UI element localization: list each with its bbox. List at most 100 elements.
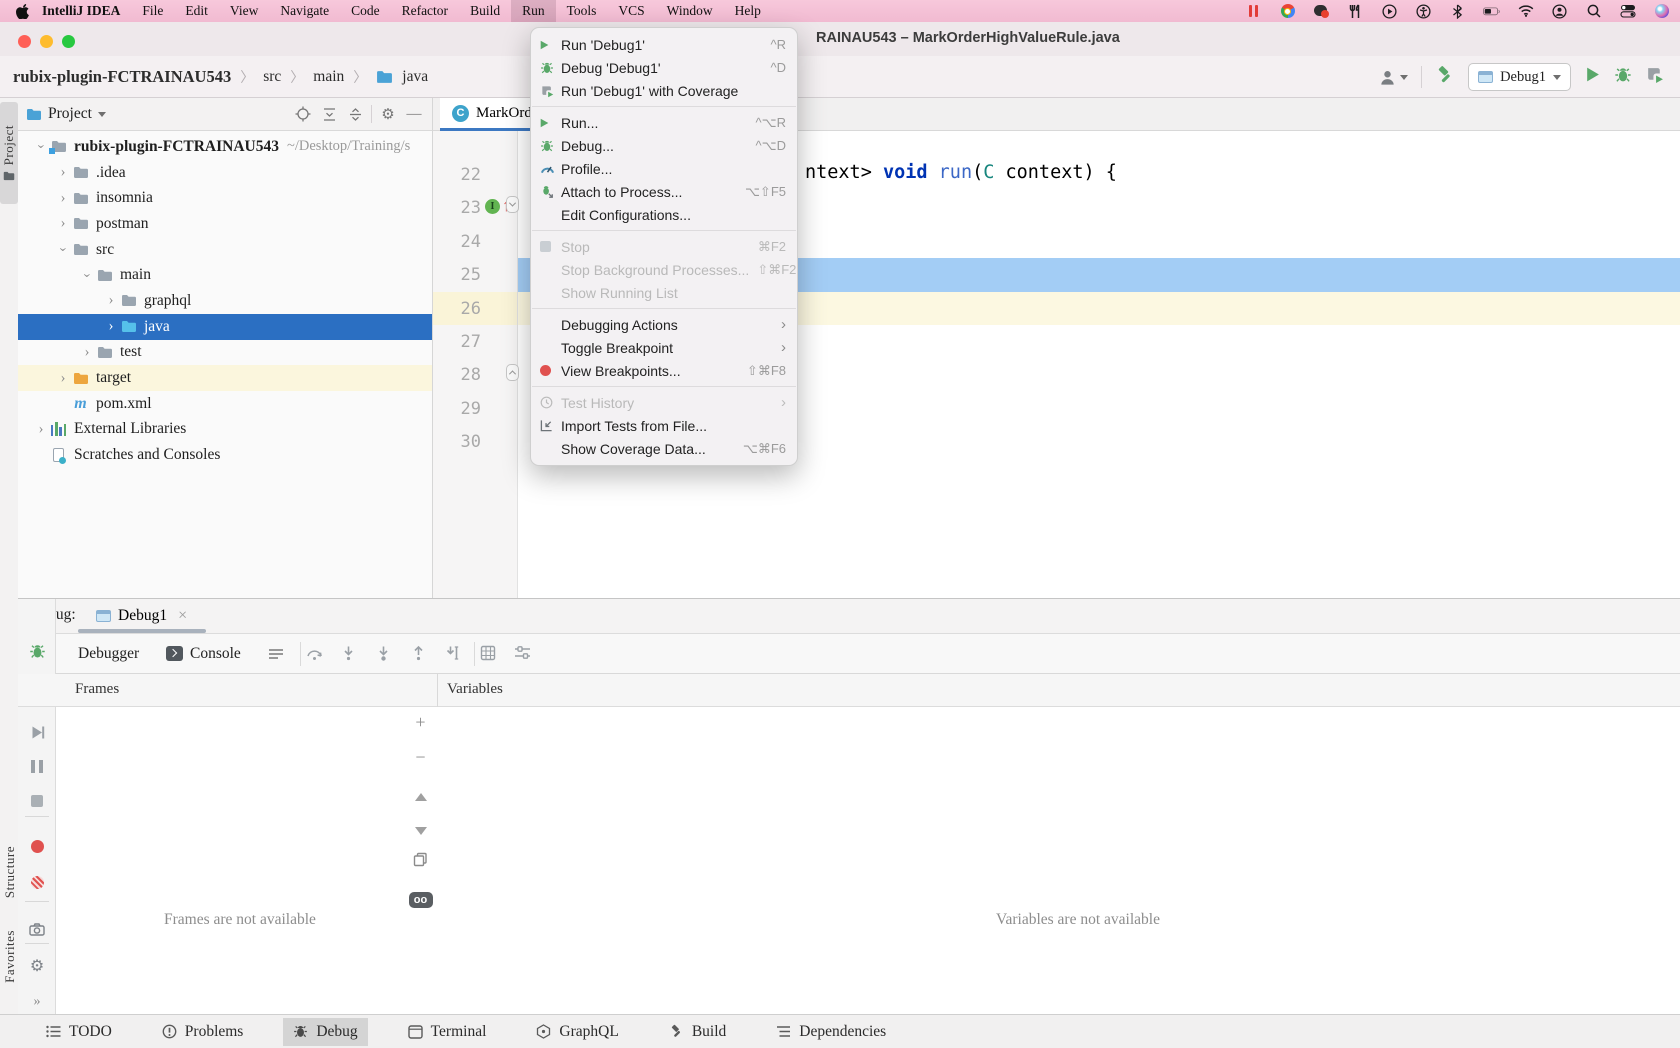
siri-icon[interactable] <box>1653 3 1670 20</box>
tool-tab-terminal[interactable]: Terminal <box>398 1018 497 1046</box>
remove-button[interactable]: − <box>404 747 437 768</box>
menu-item-debug-debug1[interactable]: Debug 'Debug1'^D <box>531 56 797 79</box>
chevron-collapsed-icon[interactable]: › <box>102 318 120 335</box>
fold-region-marker[interactable] <box>506 364 519 381</box>
menubar-item-refactor[interactable]: Refactor <box>391 0 459 22</box>
menubar-item-navigate[interactable]: Navigate <box>269 0 340 22</box>
run-to-cursor-button[interactable] <box>444 645 461 667</box>
menu-item-import-tests-from-file[interactable]: Import Tests from File... <box>531 414 797 437</box>
tree-item-scratches[interactable]: Scratches and Consoles <box>18 442 432 468</box>
bluetooth-icon[interactable] <box>1449 3 1466 20</box>
tool-tab-graphql[interactable]: GraphQL <box>526 1018 628 1046</box>
user-circle-icon[interactable] <box>1551 3 1568 20</box>
menubar-item-help[interactable]: Help <box>724 0 772 22</box>
run-button[interactable] <box>1584 66 1601 88</box>
watches-glasses-button[interactable]: oo <box>404 887 437 908</box>
accessibility-icon[interactable] <box>1415 3 1432 20</box>
menubar-item-app[interactable]: IntelliJ IDEA <box>31 0 131 22</box>
chevron-collapsed-icon[interactable]: › <box>54 164 72 181</box>
menubar-item-view[interactable]: View <box>219 0 269 22</box>
chevron-collapsed-icon[interactable]: › <box>78 344 96 361</box>
settings-gear-button[interactable]: ⚙ <box>378 105 398 124</box>
mute-breakpoints-button[interactable] <box>18 871 56 893</box>
stop-button[interactable] <box>18 790 56 812</box>
stripe-button-project[interactable]: Project <box>0 102 18 204</box>
chrome-icon[interactable] <box>1279 3 1296 20</box>
menu-item-debugging-actions[interactable]: Debugging Actions› <box>531 313 797 336</box>
force-step-into-button[interactable] <box>375 645 392 667</box>
tree-item-main[interactable]: › main <box>18 262 432 288</box>
record-badge-icon[interactable] <box>1313 3 1330 20</box>
move-up-button[interactable] <box>404 785 437 806</box>
chevron-expanded-icon[interactable]: › <box>79 266 96 284</box>
debug-session-tab[interactable]: Debug1 × <box>90 599 193 633</box>
menu-item-profile[interactable]: Profile... <box>531 157 797 180</box>
menu-item-debug[interactable]: Debug...^⌥D <box>531 134 797 157</box>
code-line[interactable]: ntext> void run(C context) { <box>805 162 1117 183</box>
tool-tab-todo[interactable]: TODO <box>36 1018 122 1046</box>
build-hammer-button[interactable] <box>1435 65 1455 90</box>
stripe-button-favorites[interactable]: Favorites <box>2 930 18 983</box>
move-down-button[interactable] <box>404 819 437 840</box>
close-window-button[interactable] <box>18 35 31 48</box>
run-configuration-select[interactable]: Debug1 <box>1468 63 1571 91</box>
menu-item-run-with-coverage[interactable]: Run 'Debug1' with Coverage <box>531 79 797 102</box>
tree-item-pom[interactable]: m pom.xml <box>18 391 432 417</box>
tool-tab-problems[interactable]: Problems <box>152 1018 254 1046</box>
chevron-down-icon[interactable] <box>98 112 106 117</box>
minimize-window-button[interactable] <box>40 35 53 48</box>
tree-item-java-selected[interactable]: › java <box>18 314 432 340</box>
step-over-button[interactable] <box>306 645 323 667</box>
step-into-button[interactable] <box>340 645 357 667</box>
info-gutter-icon[interactable]: I <box>485 199 500 214</box>
debug-button[interactable] <box>1614 66 1632 89</box>
stripe-button-structure[interactable]: Structure <box>2 846 18 898</box>
settings-sliders-button[interactable] <box>514 645 531 665</box>
tree-item-src[interactable]: › src <box>18 237 432 263</box>
more-chevrons-button[interactable]: » <box>18 991 56 1013</box>
tree-item-external-libraries[interactable]: › External Libraries <box>18 417 432 443</box>
control-center-icon[interactable] <box>1619 3 1636 20</box>
breadcrumb-src[interactable]: src <box>263 68 281 86</box>
chevron-collapsed-icon[interactable]: › <box>54 190 72 207</box>
tree-item-postman[interactable]: › postman <box>18 211 432 237</box>
menu-item-toggle-breakpoint[interactable]: Toggle Breakpoint› <box>531 336 797 359</box>
resume-button[interactable] <box>18 721 56 743</box>
thread-dump-camera-button[interactable] <box>18 918 56 940</box>
chevron-expanded-icon[interactable]: › <box>55 241 72 259</box>
tree-item-target[interactable]: › target <box>18 365 432 391</box>
tree-item-idea[interactable]: › .idea <box>18 160 432 186</box>
menubar-item-tools[interactable]: Tools <box>556 0 608 22</box>
close-icon[interactable]: × <box>178 607 187 625</box>
menubar-item-file[interactable]: File <box>131 0 174 22</box>
menu-item-run-debug1[interactable]: Run 'Debug1'^R <box>531 33 797 56</box>
add-button[interactable]: + <box>404 712 437 733</box>
breadcrumb-main[interactable]: main <box>313 68 344 86</box>
tool-tab-debug[interactable]: Debug <box>283 1018 367 1046</box>
chevron-collapsed-icon[interactable]: › <box>32 421 50 438</box>
menu-item-edit-configurations[interactable]: Edit Configurations... <box>531 203 797 226</box>
step-out-button[interactable] <box>410 645 427 667</box>
menu-item-attach-to-process[interactable]: Attach to Process...⌥⇧F5 <box>531 180 797 203</box>
battery-icon[interactable] <box>1483 3 1500 20</box>
copy-stack-button[interactable] <box>404 851 437 872</box>
tool-tab-build[interactable]: Build <box>659 1018 736 1046</box>
breadcrumb-java[interactable]: java <box>402 68 428 86</box>
rerun-debug-button[interactable] <box>18 640 56 662</box>
tab-console[interactable]: Console <box>166 634 241 673</box>
fold-region-marker[interactable] <box>506 196 519 213</box>
apple-logo-icon[interactable] <box>14 3 31 20</box>
layout-options-button[interactable] <box>268 634 284 673</box>
breadcrumb-project[interactable]: rubix-plugin-FCTRAINAU543 <box>13 67 231 87</box>
restaurant-icon[interactable] <box>1347 3 1364 20</box>
tree-item-test[interactable]: › test <box>18 340 432 366</box>
settings-gear-button[interactable]: ⚙ <box>18 955 56 977</box>
run-with-coverage-button[interactable] <box>1645 65 1664 89</box>
tree-item-graphql[interactable]: › graphql <box>18 288 432 314</box>
user-account-button[interactable] <box>1378 68 1408 87</box>
menu-item-show-coverage-data[interactable]: Show Coverage Data...⌥⌘F6 <box>531 437 797 460</box>
wifi-icon[interactable] <box>1517 3 1534 20</box>
expand-all-button[interactable] <box>319 107 339 122</box>
collapse-all-button[interactable] <box>345 107 365 122</box>
tree-item-root[interactable]: › rubix-plugin-FCTRAINAU543 ~/Desktop/Tr… <box>18 134 432 160</box>
